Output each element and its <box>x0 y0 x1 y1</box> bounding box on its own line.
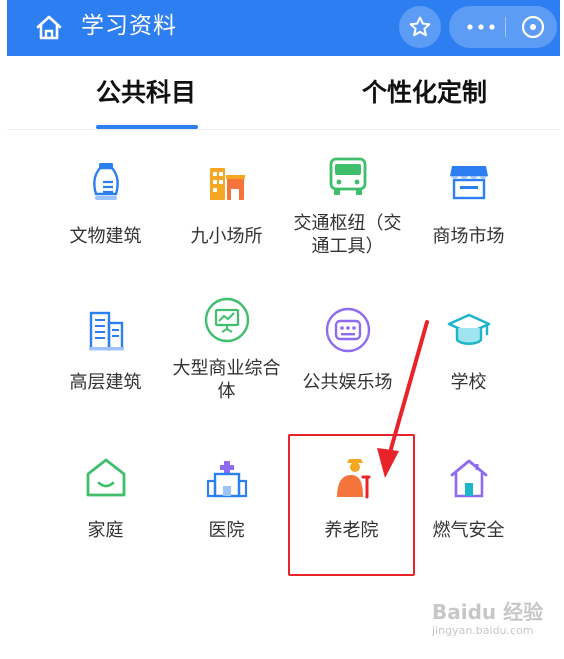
grid-item-label: 家庭 <box>87 520 124 541</box>
grid-item-label: 九小场所 <box>190 226 263 247</box>
grid-item-cultural-buildings[interactable]: 文物建筑 <box>43 158 168 258</box>
hospital-icon <box>206 461 248 498</box>
grid-item-label: 医院 <box>208 520 245 541</box>
watermark: Baidu 经验 jingyan.baidu.com <box>432 600 543 638</box>
shop-building-icon <box>210 168 245 200</box>
more-icon[interactable] <box>467 24 495 30</box>
grid-item-label: 商场市场 <box>432 226 505 247</box>
grid-item-label: 文物建筑 <box>69 226 142 247</box>
bus-icon <box>329 157 367 195</box>
highlight-box <box>288 434 415 576</box>
capsule-divider <box>505 17 506 37</box>
grid-item-label: 学校 <box>450 372 487 393</box>
tab-personalized[interactable]: 个性化定制 <box>362 76 487 110</box>
grid-item-nine-small-places[interactable]: 九小场所 <box>164 158 289 258</box>
close-circle-icon[interactable] <box>521 15 545 39</box>
page-title: 学习资料 <box>81 13 177 39</box>
grid-item-commercial-complex[interactable]: 大型商业综合体 <box>164 297 289 407</box>
mini-program-capsule <box>449 6 557 48</box>
gas-house-icon <box>450 459 488 498</box>
tall-building-icon <box>89 311 124 351</box>
favorite-button[interactable] <box>399 6 441 48</box>
entertainment-icon <box>325 307 371 353</box>
home-icon[interactable] <box>35 14 63 40</box>
tab-divider <box>7 129 560 130</box>
grid-item-public-entertainment[interactable]: 公共娱乐场 <box>285 307 410 407</box>
grid-item-high-rise[interactable]: 高层建筑 <box>43 307 168 407</box>
grid-item-label: 交通枢纽（交通工具） <box>293 213 402 257</box>
tab-public-subjects[interactable]: 公共科目 <box>96 76 196 110</box>
star-icon <box>409 16 431 37</box>
grid-item-label: 大型商业综合体 <box>172 358 281 402</box>
grid-item-gas-safety[interactable]: 燃气安全 <box>406 455 531 555</box>
grid-item-label: 公共娱乐场 <box>302 372 393 393</box>
grid-item-label: 高层建筑 <box>69 372 142 393</box>
grid-item-malls-markets[interactable]: 商场市场 <box>406 158 531 258</box>
grid-item-hospital[interactable]: 医院 <box>164 455 289 555</box>
home-smile-icon <box>86 458 126 497</box>
grid-item-transport-hubs[interactable]: 交通枢纽（交通工具） <box>285 154 410 264</box>
watermark-logo: Baidu 经验 <box>432 600 544 624</box>
mini-program-header: 学习资料 <box>7 0 560 56</box>
grid-item-school[interactable]: 学校 <box>406 307 531 407</box>
storefront-icon <box>450 166 488 200</box>
vase-icon <box>93 163 119 200</box>
graduation-cap-icon <box>447 313 491 345</box>
watermark-url: jingyan.baidu.com <box>432 624 534 637</box>
grid-item-family[interactable]: 家庭 <box>43 455 168 555</box>
presentation-board-icon <box>204 297 250 343</box>
grid-item-label: 燃气安全 <box>432 520 505 541</box>
